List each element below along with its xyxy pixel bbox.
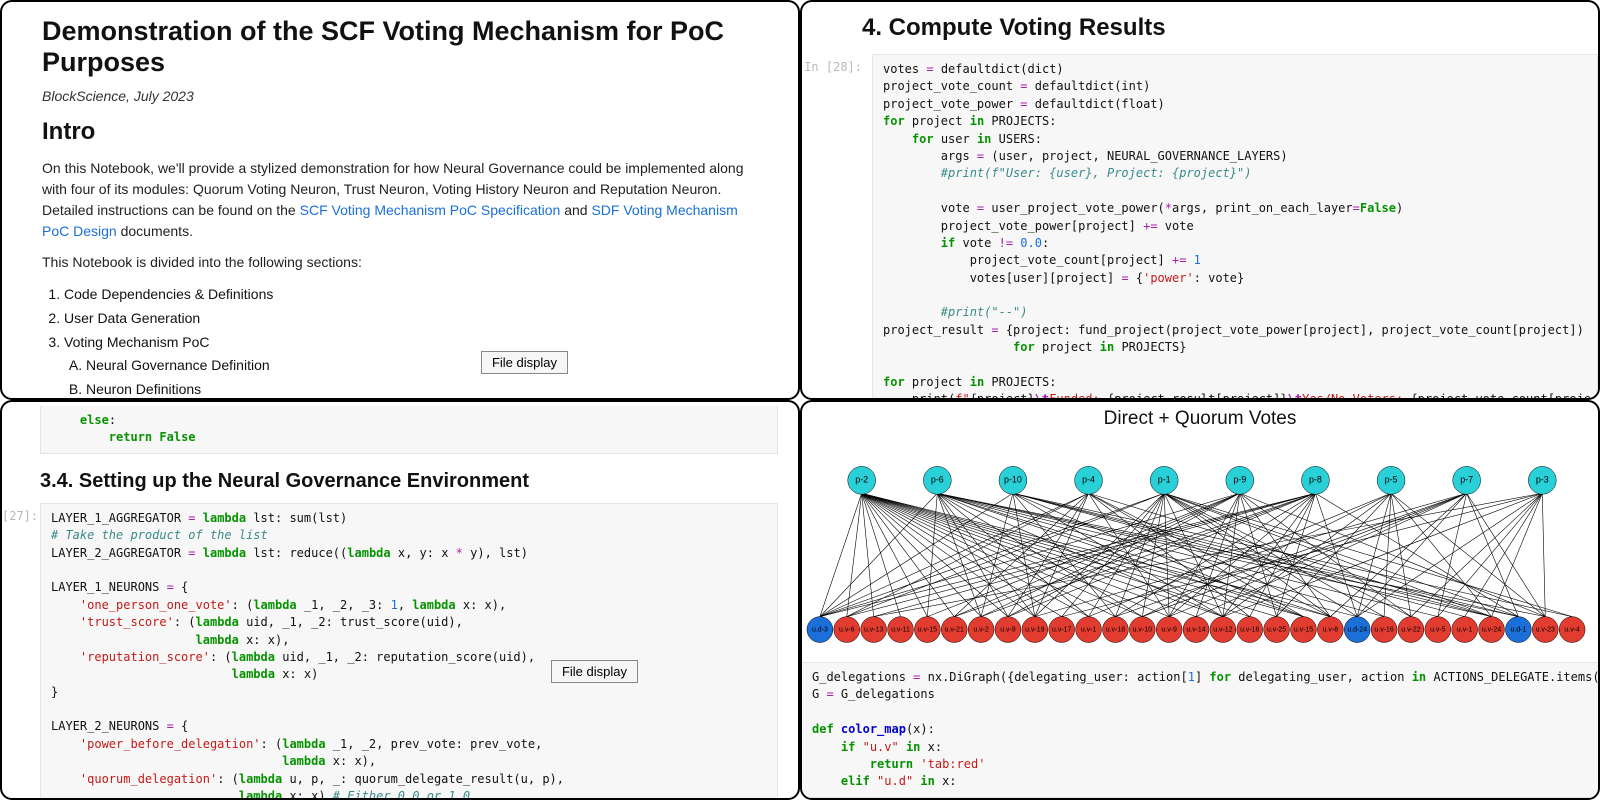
svg-text:u.v-23: u.v-23 [1536,626,1555,633]
svg-text:u.v-1: u.v-1 [1081,626,1097,633]
code-block-top[interactable]: else: return False [40,406,778,454]
intro-heading: Intro [42,118,768,146]
network-graph: p-2 p-6 p-10 p-4 p-1 p-9 p-8 p-5 p-7 p-3 u.d-3 u.v… [802,430,1598,660]
svg-text:p-2: p-2 [855,475,868,485]
svg-text:u.v-11: u.v-11 [891,626,910,633]
svg-text:u.v-24: u.v-24 [1482,626,1501,633]
svg-text:u.v-18: u.v-18 [1106,626,1125,633]
panel-compute-results: 4. Compute Voting Results In [28]: votes… [800,0,1600,400]
code-cell: [27]: LAYER_1_AGGREGATOR = lambda lst: s… [2,503,778,800]
code-cell: In [28]: votes = defaultdict(dict) proje… [802,54,1598,400]
svg-text:u.v-15: u.v-15 [1294,626,1313,633]
svg-text:u.v-5: u.v-5 [1430,626,1446,633]
toc-subitem: Neuron Definitions Quorum Delegation Rep… [86,378,768,400]
file-display-button[interactable]: File display [481,351,568,374]
svg-text:u.v-16: u.v-16 [1374,626,1393,633]
svg-text:p-1: p-1 [1158,475,1171,485]
svg-text:p-6: p-6 [931,475,944,485]
graph-title: Direct + Quorum Votes [802,402,1598,430]
svg-text:u.v-4: u.v-4 [1564,626,1580,633]
svg-text:u.v-1: u.v-1 [1457,626,1473,633]
svg-text:u.v-15: u.v-15 [918,626,937,633]
section-heading: 3.4. Setting up the Neural Governance En… [40,470,778,493]
toc-item: User Data Generation [64,307,768,331]
toc-item: Voting Mechanism PoC Neural Governance D… [64,331,768,400]
svg-text:u.v-25: u.v-25 [1267,626,1286,633]
svg-text:p-9: p-9 [1233,475,1246,485]
panel-graph: Direct + Quorum Votes p-2p-6p-10p-4p-1p-… [800,400,1600,800]
code-block[interactable]: votes = defaultdict(dict) project_vote_c… [872,54,1598,400]
svg-text:p-3: p-3 [1536,475,1549,485]
section-heading: 4. Compute Voting Results [862,14,1598,42]
svg-text:u.v-8: u.v-8 [1323,626,1339,633]
intro-paragraph-2: This Notebook is divided into the follow… [42,252,768,273]
svg-text:u.v-17: u.v-17 [1052,626,1071,633]
svg-text:u.v-9: u.v-9 [1161,626,1177,633]
page-title: Demonstration of the SCF Voting Mechanis… [42,16,768,78]
svg-text:u.v-21: u.v-21 [945,626,964,633]
svg-text:u.v-19: u.v-19 [1025,626,1044,633]
svg-text:u.v-13: u.v-13 [864,626,883,633]
svg-text:u.v-22: u.v-22 [1401,626,1420,633]
input-prompt: [27]: [2,503,40,800]
svg-text:p-7: p-7 [1460,475,1473,485]
svg-text:u.v-10: u.v-10 [1133,626,1152,633]
subtitle: BlockScience, July 2023 [42,88,768,104]
input-prompt: In [28]: [802,54,872,400]
code-block[interactable]: G_delegations = nx.DiGraph({delegating_u… [802,662,1598,798]
toc-item: Code Dependencies & Definitions [64,283,768,307]
svg-text:u.d-24: u.d-24 [1347,626,1367,633]
svg-text:p-10: p-10 [1004,475,1022,485]
svg-text:u.v-14: u.v-14 [1186,626,1205,633]
intro-paragraph-1: On this Notebook, we'll provide a styliz… [42,158,768,242]
toc-subitem: Neural Governance Definition [86,354,768,378]
svg-text:u.v-16: u.v-16 [1240,626,1259,633]
svg-text:u.v-6: u.v-6 [839,626,855,633]
svg-text:u.d-3: u.d-3 [812,626,828,633]
svg-text:p-8: p-8 [1309,475,1322,485]
toc-list: Code Dependencies & Definitions User Dat… [64,283,768,400]
svg-text:p-4: p-4 [1082,475,1095,485]
svg-text:u.v-9: u.v-9 [1000,626,1016,633]
svg-text:u.d-1: u.d-1 [1510,626,1526,633]
svg-text:u.v-2: u.v-2 [973,626,989,633]
svg-text:u.v-12: u.v-12 [1213,626,1232,633]
panel-intro: Demonstration of the SCF Voting Mechanis… [0,0,800,400]
panel-neural-env: else: return False 3.4. Setting up the N… [0,400,800,800]
link-spec[interactable]: SCF Voting Mechanism PoC Specification [300,202,561,218]
svg-text:p-5: p-5 [1385,475,1398,485]
file-display-button[interactable]: File display [551,660,638,683]
code-block[interactable]: LAYER_1_AGGREGATOR = lambda lst: sum(lst… [40,503,778,800]
